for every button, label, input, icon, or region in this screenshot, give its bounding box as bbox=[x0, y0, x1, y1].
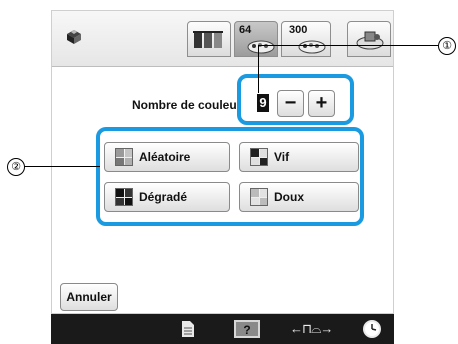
tab-custom-thread[interactable] bbox=[347, 21, 391, 57]
status-bar: ? ←⊓⌓→ bbox=[51, 314, 394, 344]
tab-color-order[interactable] bbox=[187, 21, 231, 57]
leader-line-1-vertical bbox=[258, 45, 259, 93]
leader-line-2 bbox=[24, 166, 100, 167]
tab-64-label: 64 bbox=[239, 24, 252, 36]
annotation-2: ② bbox=[7, 158, 25, 176]
cancel-label: Annuler bbox=[66, 290, 112, 304]
color-count-label: Nombre de couleu bbox=[132, 98, 237, 112]
tab-64-palette[interactable]: 64 bbox=[234, 21, 278, 57]
cancel-button[interactable]: Annuler bbox=[60, 283, 118, 311]
document-icon[interactable] bbox=[182, 321, 194, 337]
annotation-1: ① bbox=[438, 37, 456, 55]
presser-foot-icon: ←⊓⌓→ bbox=[290, 321, 333, 336]
callout-frame-2 bbox=[96, 127, 364, 226]
thread-spool-icon bbox=[356, 31, 384, 50]
embroidery-module-icon bbox=[67, 30, 81, 44]
svg-text:?: ? bbox=[243, 323, 250, 337]
leader-line-1 bbox=[258, 45, 438, 46]
thread-palette-icon bbox=[298, 40, 326, 54]
thread-palette-icon bbox=[247, 40, 275, 54]
tab-300-palette[interactable]: 300 bbox=[281, 21, 331, 57]
help-icon[interactable]: ? bbox=[234, 320, 260, 338]
callout-frame-1 bbox=[237, 74, 354, 125]
tab-300-label: 300 bbox=[289, 24, 308, 36]
clock-icon[interactable] bbox=[362, 319, 382, 339]
spools-icon bbox=[193, 31, 223, 48]
top-toolbar: 64 300 bbox=[52, 11, 393, 67]
